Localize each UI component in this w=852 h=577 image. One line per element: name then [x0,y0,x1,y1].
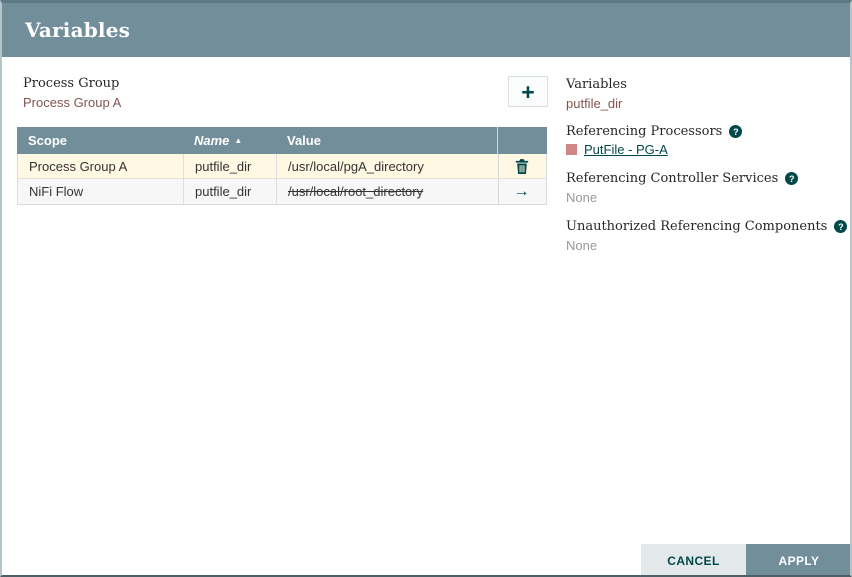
referencing-processors-label: Referencing Processors ? [566,124,742,139]
cell-value: /usr/local/pgA_directory [277,159,498,174]
trash-icon [515,159,529,174]
selected-variable-name: putfile_dir [566,96,622,111]
process-group-value: Process Group A [23,95,121,110]
processor-status-swatch [566,144,577,155]
column-header-value[interactable]: Value [276,133,497,148]
cell-name: putfile_dir [184,154,277,178]
unauthorized-referencing-components-value: None [566,238,597,253]
help-icon[interactable]: ? [729,125,742,138]
arrow-right-icon: → [514,184,530,200]
table-row[interactable]: Process Group A putfile_dir /usr/local/p… [18,154,546,179]
dialog-header: Variables [2,3,850,57]
go-to-variable-button[interactable]: → [514,184,530,200]
variables-dialog: Variables Process Group Process Group A … [0,0,852,577]
column-header-name[interactable]: Name ▲ [183,133,276,148]
cancel-button[interactable]: CANCEL [641,544,746,577]
column-header-actions [497,127,543,154]
cell-name: putfile_dir [184,179,277,204]
referencing-processor-link[interactable]: PutFile - PG-A [584,142,668,157]
help-icon[interactable]: ? [785,172,798,185]
variables-table: Scope Name ▲ Value Process Group A putfi… [17,127,547,205]
referencing-controller-services-value: None [566,190,597,205]
table-header-row: Scope Name ▲ Value [17,127,547,154]
add-variable-button[interactable]: + [508,76,548,107]
process-group-label: Process Group [23,76,119,91]
delete-variable-button[interactable] [515,159,529,174]
variables-section-label: Variables [566,77,627,92]
apply-button[interactable]: APPLY [746,544,852,577]
column-header-scope[interactable]: Scope [17,133,183,148]
cell-scope: Process Group A [18,154,184,178]
referencing-controller-services-label: Referencing Controller Services ? [566,171,798,186]
dialog-title: Variables [25,18,130,42]
cell-value-overridden: /usr/local/root_directory [277,184,498,199]
table-row[interactable]: NiFi Flow putfile_dir /usr/local/root_di… [18,179,546,204]
help-icon[interactable]: ? [834,220,847,233]
plus-icon: + [521,79,534,105]
sort-ascending-icon: ▲ [234,136,242,145]
unauthorized-referencing-components-label: Unauthorized Referencing Components ? [566,219,847,234]
cell-scope: NiFi Flow [18,179,184,204]
referencing-processor-item: PutFile - PG-A [566,142,668,157]
